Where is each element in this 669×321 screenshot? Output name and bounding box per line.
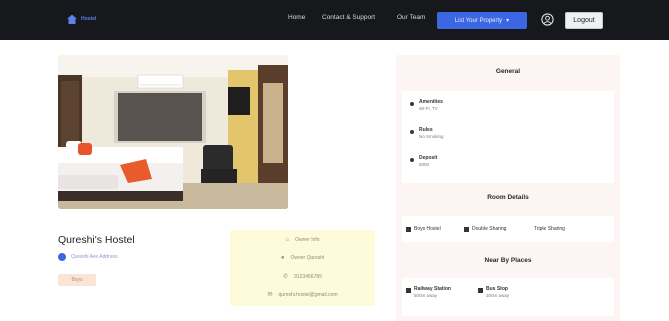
bed-icon xyxy=(464,226,469,232)
contact-text[interactable]: 9123456789 xyxy=(294,274,322,280)
nav-link-contact[interactable]: Contact & Support xyxy=(322,14,375,21)
bullet-icon xyxy=(410,102,414,106)
contact-card: ⌂ Owner Info ● Owner Qureshi ✆ 912345678… xyxy=(230,230,375,306)
near-place-label: Railway Station xyxy=(414,286,451,292)
logout-button[interactable]: Logout xyxy=(565,12,603,29)
nav-link-team[interactable]: Our Team xyxy=(397,14,425,21)
location-row: Qureshi Ave Address xyxy=(58,253,118,261)
near-place-label: Bus Stop xyxy=(486,286,508,292)
room-item: Double Sharing xyxy=(464,226,506,232)
user-account-icon[interactable] xyxy=(541,13,554,26)
near-places-heading: Near By Places xyxy=(484,257,532,264)
general-item: Rules No Smoking xyxy=(410,127,444,140)
contact-row: ⌂ Owner Info xyxy=(230,237,375,243)
general-item-label: Deposit xyxy=(419,155,438,161)
near-places-card: Railway Station 500m away Bus Stop 300m … xyxy=(402,278,614,316)
house-icon: ⌂ xyxy=(285,237,290,243)
phone-icon: ✆ xyxy=(283,274,289,280)
logo-text: Hostel xyxy=(81,15,97,22)
house-logo-icon xyxy=(67,14,77,24)
list-property-dropdown[interactable]: List Your Property ▾ xyxy=(437,12,527,29)
room-item-label: Triple Sharing xyxy=(534,226,565,232)
general-item-value: 5000 xyxy=(419,162,430,167)
near-place-item: Railway Station 500m away xyxy=(406,286,451,299)
contact-text[interactable]: qureshi.hostel@gmail.com xyxy=(279,292,338,298)
contact-text: Owner Qureshi xyxy=(290,255,325,261)
hostel-room-photo xyxy=(58,55,288,209)
contact-row: ✉ qureshi.hostel@gmail.com xyxy=(230,291,375,299)
location-text[interactable]: Qureshi Ave Address xyxy=(71,254,118,260)
contact-row: ● Owner Qureshi xyxy=(230,255,375,261)
list-property-label: List Your Property xyxy=(454,17,503,24)
general-item-value: Wi-Fi, TV xyxy=(419,106,438,111)
room-item: Boys Hostel xyxy=(406,226,441,232)
room-illustration xyxy=(58,55,288,209)
room-item-label: Boys Hostel xyxy=(414,226,441,232)
general-card: Amenities Wi-Fi, TV Rules No Smoking Dep… xyxy=(402,91,614,183)
general-item: Deposit 5000 xyxy=(410,155,437,168)
general-item-value: No Smoking xyxy=(419,134,444,139)
room-details-card: Boys Hostel Double Sharing Triple Sharin… xyxy=(402,216,614,242)
bed-icon xyxy=(406,226,411,232)
nav-link-home[interactable]: Home xyxy=(288,14,305,21)
general-item: Amenities Wi-Fi, TV xyxy=(410,99,443,112)
contact-row: ✆ 9123456789 xyxy=(230,273,375,281)
details-panel: General Amenities Wi-Fi, TV Rules No Smo… xyxy=(396,55,620,321)
room-item: Triple Sharing xyxy=(534,226,565,232)
person-icon: ● xyxy=(280,255,285,261)
mail-icon: ✉ xyxy=(267,292,273,298)
hostel-name: Qureshi's Hostel xyxy=(58,234,135,246)
location-icon xyxy=(406,288,411,293)
chevron-down-icon: ▾ xyxy=(506,18,510,24)
navbar: Hostel Home Contact & Support Our Team L… xyxy=(0,0,669,40)
location-icon xyxy=(478,288,483,293)
room-item-label: Double Sharing xyxy=(472,226,507,232)
near-place-value: 300m away xyxy=(486,293,510,298)
location-pin-icon xyxy=(58,253,66,261)
general-item-label: Amenities xyxy=(419,99,443,105)
hostel-type-badge: Boys xyxy=(58,274,96,286)
general-heading: General xyxy=(495,68,521,75)
room-details-heading: Room Details xyxy=(487,194,529,201)
bullet-icon xyxy=(410,130,414,134)
near-place-item: Bus Stop 300m away xyxy=(478,286,509,299)
logo[interactable]: Hostel xyxy=(66,11,100,27)
contact-text: Owner Info xyxy=(295,237,320,243)
near-place-value: 500m away xyxy=(414,293,438,298)
general-item-label: Rules xyxy=(419,127,433,133)
bullet-icon xyxy=(410,158,414,162)
